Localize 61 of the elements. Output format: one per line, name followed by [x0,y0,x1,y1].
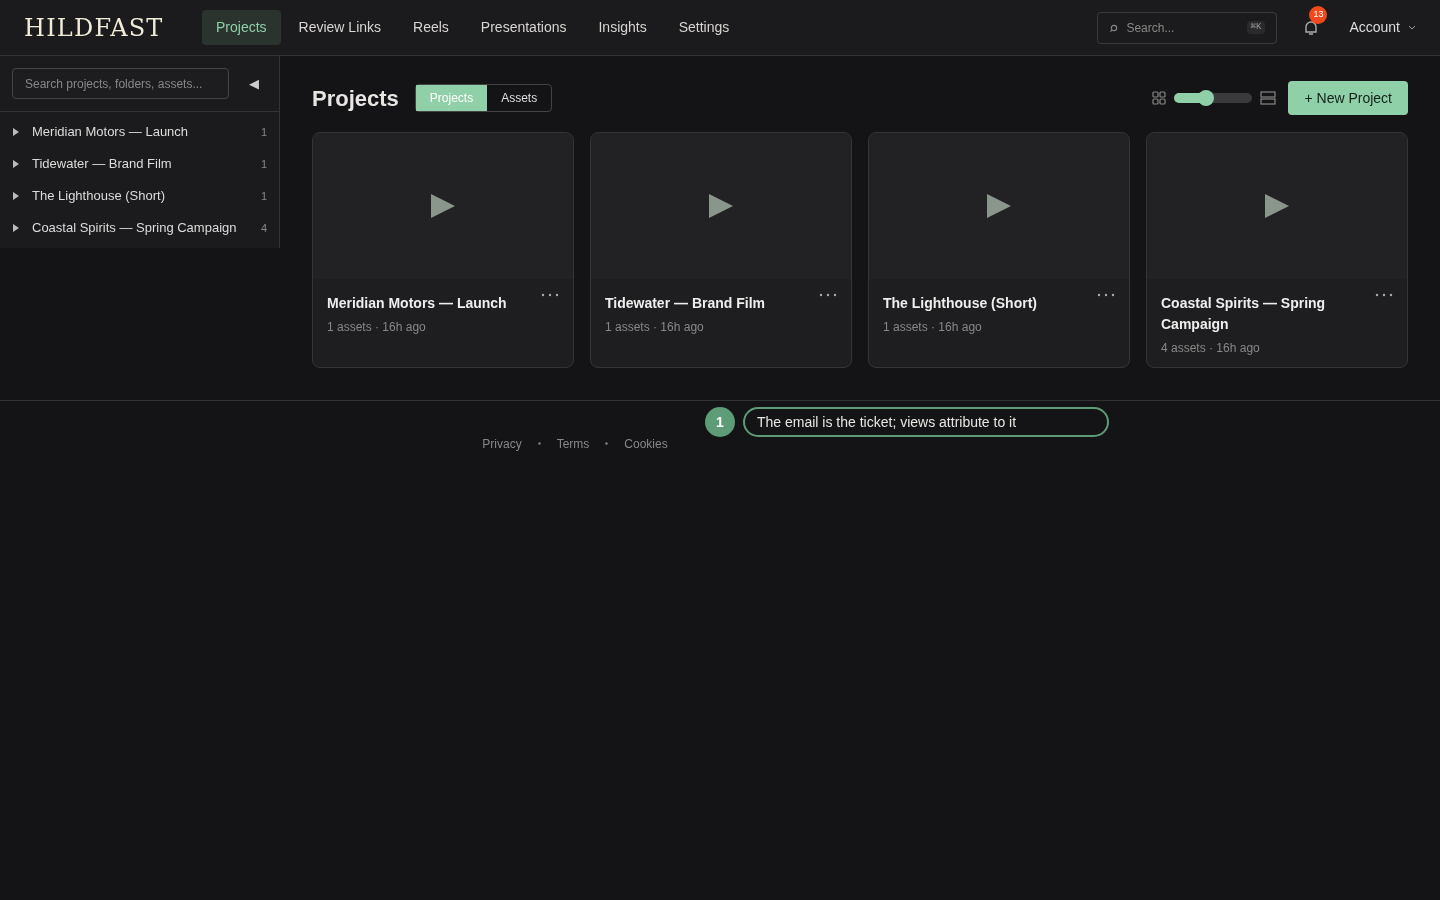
caret-icon[interactable] [12,128,20,136]
nav-tab[interactable]: Insights [584,10,661,45]
play-icon [708,193,734,219]
play-icon [1264,193,1290,219]
nav-tab[interactable]: Projects [202,10,281,45]
project-card[interactable]: The Lighthouse (Short) 1 assets · 16h ago [868,132,1130,368]
notification-badge: 13 [1309,5,1328,24]
item-count: 1 [260,124,267,140]
separator-dot [605,442,609,445]
project-card[interactable]: Tidewater — Brand Film 1 assets · 16h ago [590,132,852,368]
play-icon [986,193,1012,219]
play-icon [430,193,456,219]
nav-tab[interactable]: Reels [399,10,463,45]
project-card[interactable]: Meridian Motors — Launch 1 assets · 16h ago [312,132,574,368]
slider-thumb[interactable] [1197,90,1214,106]
tree-item[interactable]: Meridian Motors — Launch 1 [0,116,279,148]
project-card[interactable]: Coastal Spirits — Spring Campaign 4 assets · 16h ago [1146,132,1408,368]
size-slider[interactable] [1174,93,1253,103]
card-title: The Lighthouse (Short) [883,294,1038,313]
tree-item-label: Meridian Motors — Launch [32,123,189,142]
collapse-button[interactable]: ◀ [241,73,267,94]
logo[interactable]: HILDFAST [24,9,202,46]
grid-icon[interactable] [1152,91,1167,105]
search-field[interactable]: Search projects, folders, assets... [12,68,229,99]
chevron-icon [1408,25,1416,30]
search-icon [1109,23,1119,33]
page-title: Projects [312,84,399,113]
card-title: Tidewater — Brand Film [605,294,766,313]
step-badge: 1 [705,407,735,437]
card-meta: 4 assets · 16h ago [1161,340,1261,357]
shortcut-hint: ⌘K [1246,20,1266,34]
card-title: Coastal Spirits — Spring Campaign [1161,294,1327,334]
tree-item-label: The Lighthouse (Short) [32,187,165,206]
nav-tab[interactable]: Presentations [466,10,581,45]
caret-icon[interactable] [12,224,20,232]
card-title: Meridian Motors — Launch [327,294,508,313]
bell-icon[interactable] [1304,19,1319,36]
callout: The email is the ticket; views attribute to it [743,407,1109,437]
toggle-tab[interactable]: Assets [487,85,552,111]
tree-item[interactable]: The Lighthouse (Short) 1 [0,180,279,212]
item-count: 4 [260,220,267,236]
account-menu[interactable]: Account [1349,17,1416,38]
new-project-button[interactable]: + New Project [1288,81,1408,115]
nav-tab[interactable]: Review Links [284,10,396,45]
caret-icon[interactable] [12,160,20,168]
separator-dot [537,442,541,445]
card-meta: 1 assets · 16h ago [327,319,427,336]
tree-item[interactable]: Tidewater — Brand Film 1 [0,148,279,180]
card-meta: 1 assets · 16h ago [605,319,705,336]
tree-item-label: Tidewater — Brand Film [32,155,172,174]
footer-link[interactable]: Cookies [624,435,668,450]
footer-link[interactable]: Terms [556,435,590,450]
list-icon[interactable] [1260,91,1277,105]
item-count: 1 [260,188,267,204]
tree-item[interactable]: Coastal Spirits — Spring Campaign 4 [0,212,279,244]
item-count: 1 [260,156,267,172]
tree-item-label: Coastal Spirits — Spring Campaign [32,219,237,238]
card-meta: 1 assets · 16h ago [883,319,983,336]
footer-link[interactable]: Privacy [482,435,522,450]
nav-tab[interactable]: Settings [664,10,744,45]
caret-icon[interactable] [12,192,20,200]
